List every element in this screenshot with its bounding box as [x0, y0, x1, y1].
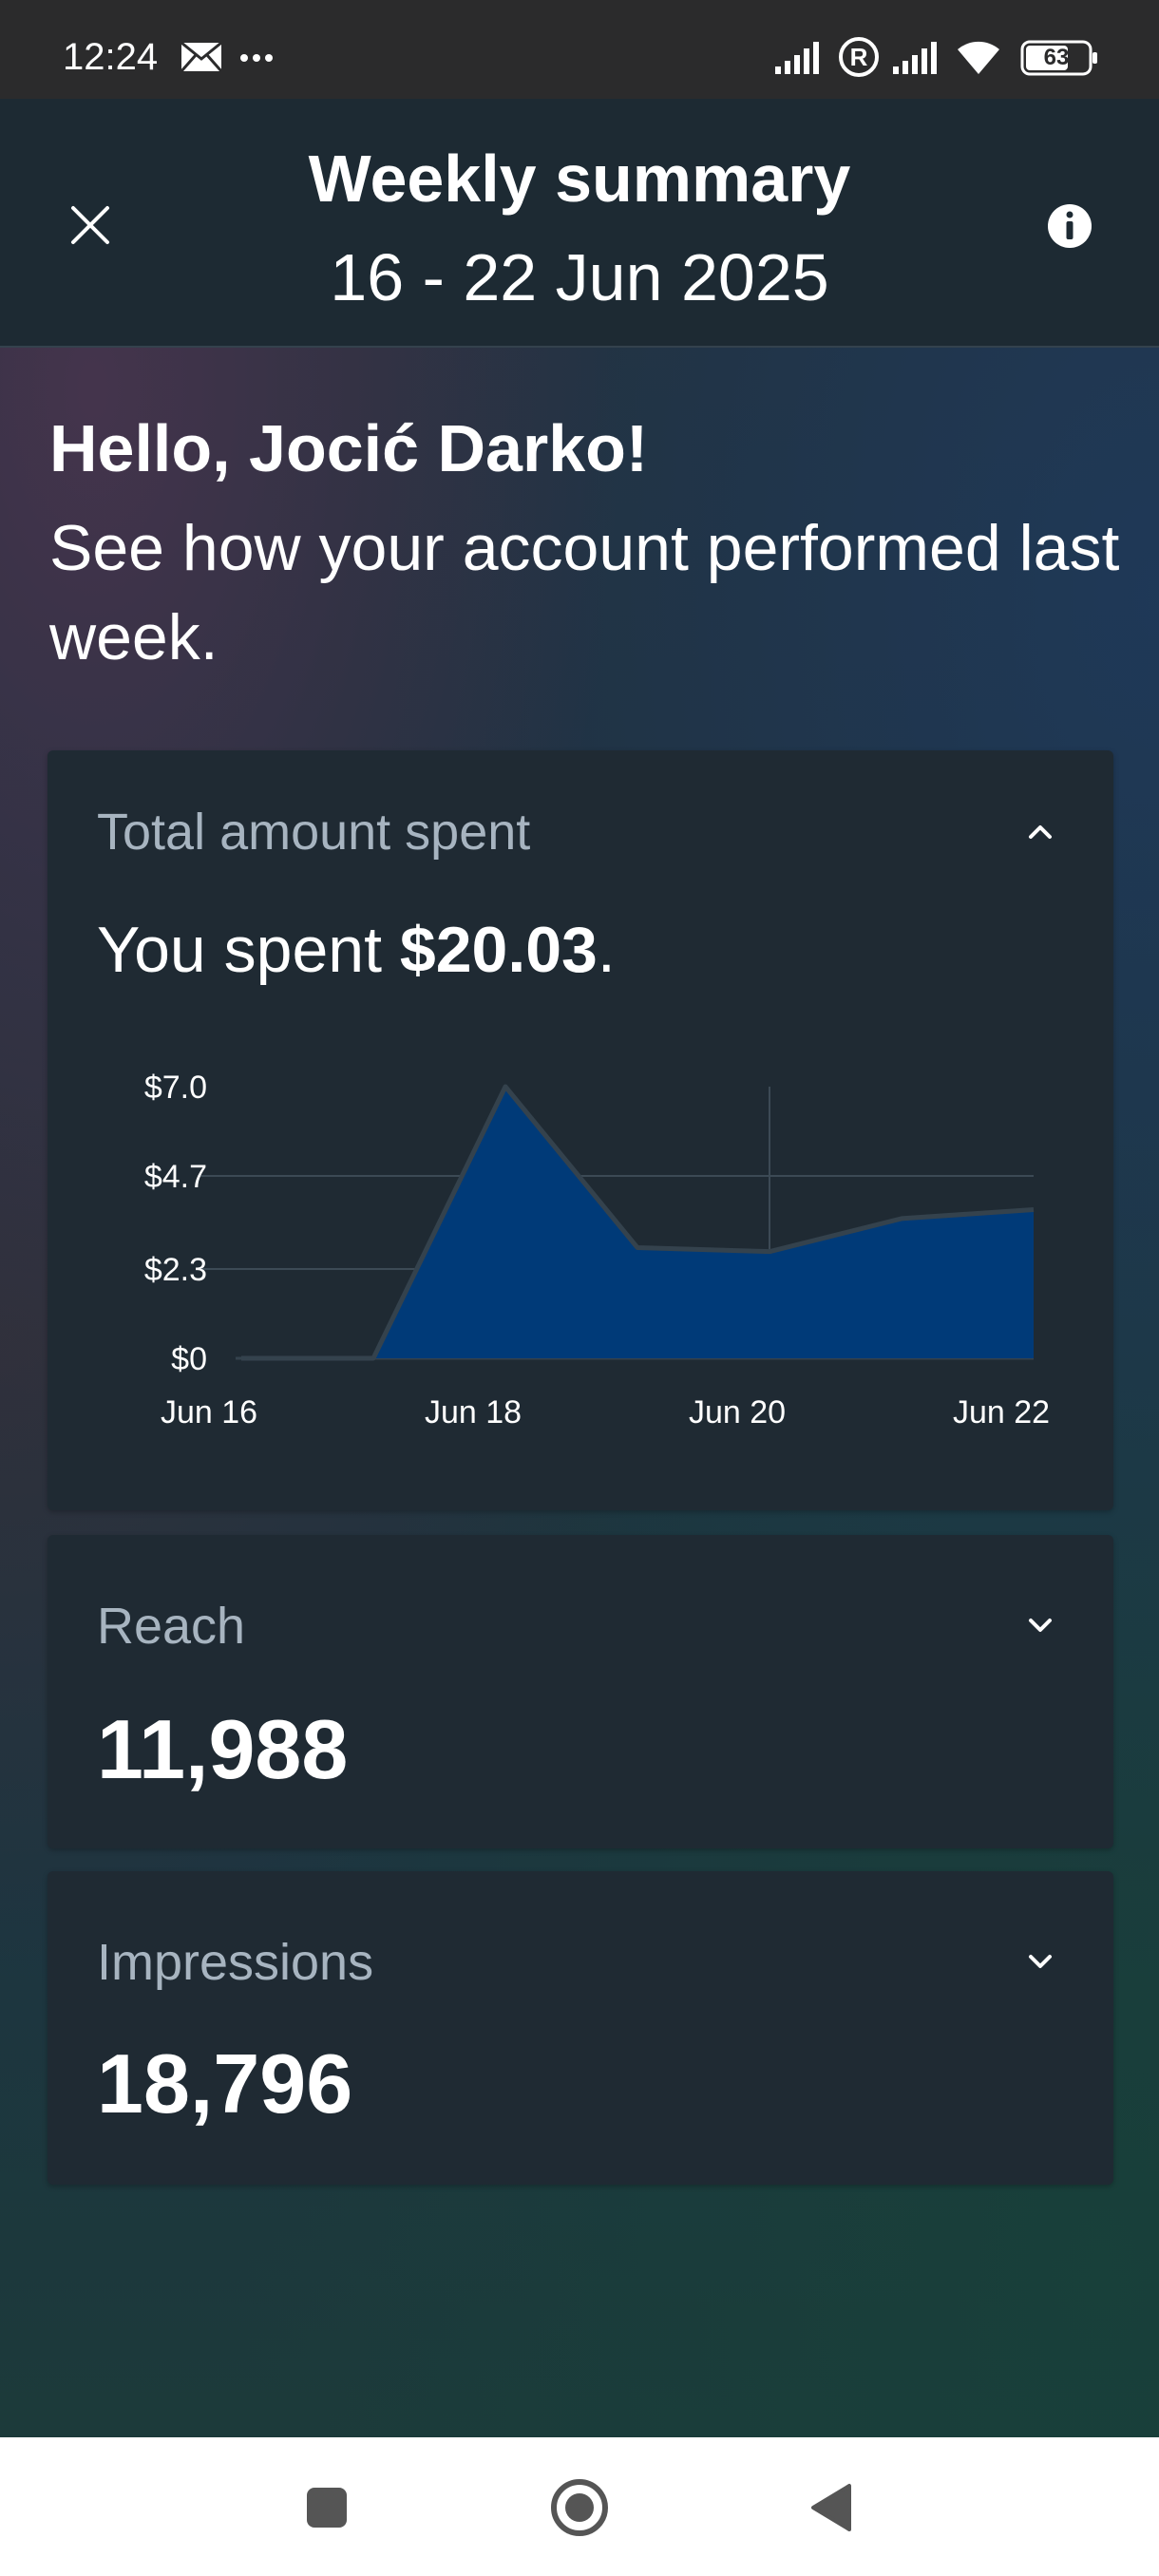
signal-icon [775, 42, 819, 74]
y-tick-label: $4.7 [144, 1159, 207, 1195]
mail-icon [180, 42, 222, 72]
reach-value: 11,988 [97, 1702, 349, 1796]
status-time: 12:24 [63, 36, 159, 78]
spent-chart: $0 $2.3 $4.7 $7.0 Jun 16 Jun 18 Jun 20 Jun 22 [48, 750, 1113, 1515]
recents-button[interactable] [279, 2460, 374, 2555]
impressions-card: Impressions 18,796 [48, 1871, 1113, 2185]
x-tick-label: Jun 20 [689, 1394, 786, 1430]
recents-square-icon [307, 2488, 347, 2528]
battery-level: 63 [1043, 45, 1070, 70]
date-range: 16 - 22 Jun 2025 [330, 240, 829, 314]
card-label-impressions: Impressions [97, 1934, 374, 1991]
info-button[interactable] [1041, 198, 1098, 255]
greeting-message: See how your account performed last week… [49, 512, 1120, 673]
impressions-value: 18,796 [97, 2036, 353, 2131]
spent-card: Total amount spent You spent $20.03. $0 $… [48, 750, 1113, 1510]
wifi-icon [958, 41, 999, 74]
reach-card: Reach 11,988 [48, 1535, 1113, 1848]
y-tick-label: $2.3 [144, 1252, 207, 1288]
status-bar: 12:24 R 63 [0, 0, 1159, 99]
expand-reach-button[interactable] [1016, 1601, 1064, 1649]
back-button[interactable] [783, 2460, 878, 2555]
chevron-down-icon [1029, 1955, 1052, 1968]
y-tick-label: $7.0 [144, 1070, 207, 1106]
page-title: Weekly summary [308, 142, 851, 216]
back-triangle-icon [811, 2484, 851, 2531]
area-fill [241, 1087, 1034, 1358]
svg-text:R: R [850, 43, 868, 71]
x-tick-label: Jun 22 [953, 1394, 1050, 1430]
app-header: Weekly summary 16 - 22 Jun 2025 [0, 99, 1159, 348]
spent-chart-svg: $0 $2.3 $4.7 $7.0 Jun 16 Jun 18 Jun 20 Jun 22 [144, 1070, 1050, 1430]
greeting-headline: Hello, Jocić Darko! [49, 411, 649, 485]
expand-impressions-button[interactable] [1016, 1938, 1064, 1985]
system-nav-bar [0, 2437, 1159, 2576]
y-tick-label: $0 [171, 1341, 207, 1377]
info-icon [1048, 204, 1092, 248]
registered-icon: R [839, 37, 879, 77]
x-tick-label: Jun 16 [161, 1394, 257, 1430]
chevron-down-icon [1029, 1619, 1052, 1632]
home-circle-icon [551, 2479, 608, 2536]
signal-icon [893, 42, 937, 74]
x-tick-label: Jun 18 [425, 1394, 522, 1430]
home-button[interactable] [532, 2460, 627, 2555]
more-dots-icon [240, 54, 273, 62]
card-label-reach: Reach [97, 1598, 246, 1655]
